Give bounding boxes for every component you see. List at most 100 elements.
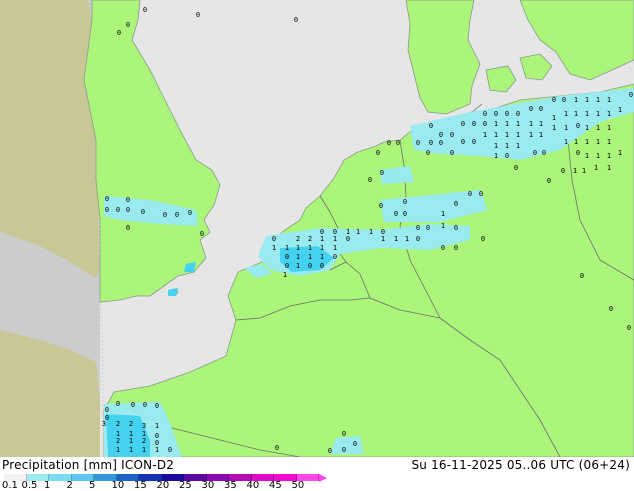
map-footer: Precipitation [mm] ICON-D2 Su 16-11-2025… [0,457,634,491]
precip-value-label: 0 [562,96,566,104]
precip-value-label: 1 [574,110,578,118]
precip-value-label: 1 [596,96,600,104]
precip-value-label: 0 [516,110,520,118]
precip-value-label: 1 [552,124,556,132]
precip-value-label: 0 [320,262,324,270]
legend-tick-label: 0.1 [2,480,18,491]
precip-value-label: 0 [461,138,465,146]
precip-value-label: 0 [116,400,120,408]
precip-value-label: 0 [403,198,407,206]
legend-tick-label: 45 [269,480,282,491]
precip-value-label: 0 [552,96,556,104]
precip-value-label: 0 [285,262,289,270]
precip-value-label: 0 [387,139,391,147]
precip-value-label: 1 [539,131,543,139]
precip-value-label: 1 [441,222,445,230]
precip-value-label: 1 [296,253,300,261]
precip-value-label: 0 [346,235,350,243]
precip-value-label: 0 [168,446,172,454]
precip-value-label: 0 [472,120,476,128]
precip-value-label: 1 [296,244,300,252]
precip-value-label: 0 [143,6,147,14]
precip-value-label: 1 [333,235,337,243]
precip-value-label: 1 [505,131,509,139]
legend-tick-label: 5 [89,480,96,491]
precip-value-label: 0 [116,206,120,214]
precip-value-label: 1 [494,120,498,128]
precip-value-label: 1 [618,149,622,157]
legend-tick-label: 25 [179,480,192,491]
precip-value-label: 0 [143,401,147,409]
precip-value-label: 0 [580,272,584,280]
legend-tick-label: 35 [224,480,237,491]
precip-value-label: 0 [308,262,312,270]
precip-value-label: 1 [356,228,360,236]
precip-value-label: 0 [539,105,543,113]
legend-tick-label: 15 [134,480,147,491]
precip-value-label: 0 [141,208,145,216]
precip-value-label: 0 [429,139,433,147]
legend-tick-label: 1 [44,480,51,491]
precip-value-label: 2 [296,235,300,243]
precip-value-label: 0 [342,430,346,438]
precip-value-label: 0 [627,324,631,332]
precip-value-label: 0 [353,440,357,448]
precip-value-label: 0 [175,211,179,219]
precip-value-label: 0 [426,149,430,157]
precip-value-label: 1 [607,152,611,160]
precip-value-label: 1 [129,446,133,454]
precip-value-label: 1 [596,110,600,118]
precip-value-label: 1 [552,114,556,122]
precip-value-label: 0 [342,446,346,454]
precip-value-label: 1 [585,110,589,118]
precip-value-label: 1 [573,167,577,175]
precip-value-label: 0 [454,200,458,208]
precip-value-label: 1 [516,142,520,150]
precip-value-label: 0 [394,210,398,218]
precip-value-label: 0 [155,402,159,410]
precip-value-label: 0 [494,110,498,118]
precip-value-label: 0 [576,149,580,157]
precip-value-label: 0 [126,196,130,204]
legend-tick-label: 2 [66,480,73,491]
precip-value-label: 1 [585,124,589,132]
precip-value-label: 0 [105,195,109,203]
legend-tick-label: 0.5 [21,480,38,491]
precip-value-label: 1 [333,244,337,252]
precip-value-label: 1 [596,124,600,132]
precip-value-label: 1 [494,131,498,139]
precip-value-label: 1 [296,262,300,270]
precip-value-label: 2 [142,437,146,445]
precip-value-label: 0 [126,21,130,29]
precip-value-label: 1 [607,110,611,118]
precip-value-label: 1 [607,96,611,104]
precip-value-label: 0 [609,305,613,313]
precip-value-label: 0 [533,149,537,157]
precip-value-label: 1 [564,110,568,118]
precip-value-label: 0 [380,169,384,177]
precip-value-label: 0 [105,406,109,414]
precip-value-label: 1 [369,228,373,236]
precip-value-label: 1 [505,120,509,128]
legend-tick-label: 10 [111,480,125,491]
precip-value-label: 0 [454,244,458,252]
precip-value-label: 1 [594,164,598,172]
precip-value-label: 1 [381,235,385,243]
precip-value-label: 3 [142,422,146,430]
precip-value-label: 0 [542,149,546,157]
precip-value-label: 0 [105,206,109,214]
precip-value-label: 1 [320,244,324,252]
precip-value-label: 0 [379,202,383,210]
precip-value-label: 1 [320,253,324,261]
precip-value-label: 0 [368,176,372,184]
precip-value-label: 0 [294,16,298,24]
precip-value-label: 2 [308,235,312,243]
precip-value-label: 1 [285,244,289,252]
precip-value-label: 0 [200,230,204,238]
precip-value-label: 0 [376,149,380,157]
precip-value-label: 0 [441,244,445,252]
precip-value-label: 0 [416,235,420,243]
precip-value-label: 0 [450,149,454,157]
precip-value-label: 0 [429,122,433,130]
precip-value-label: 1 [516,131,520,139]
